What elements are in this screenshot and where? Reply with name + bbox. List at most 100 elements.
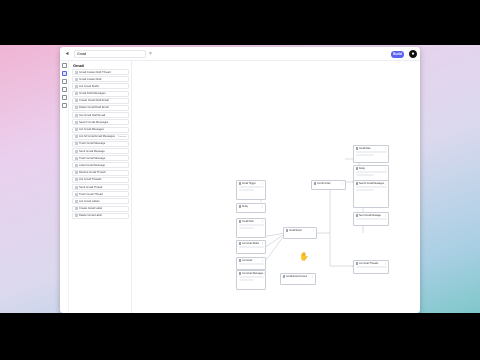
- actions-panel: Gmail Gmail Create Draft Thread Gmail Cre…: [70, 61, 132, 313]
- close-icon[interactable]: ×: [149, 51, 152, 57]
- action-label: Delete Gmail Label: [79, 214, 102, 218]
- more-icon[interactable]: ⋮: [261, 182, 264, 185]
- action-label: List All Gmail Email Messages: [79, 135, 115, 139]
- gmail-icon: [238, 259, 241, 262]
- node-list-gmail[interactable]: List Gmail ⋮: [236, 257, 266, 270]
- node-header: List Gmail Threads ⋮: [355, 262, 387, 265]
- gmail-icon: [355, 214, 358, 217]
- action-list-item[interactable]: List Gmail Labels: [72, 198, 129, 205]
- action-list-item[interactable]: Create Gmail Draft Email: [72, 97, 129, 104]
- node-search-gmail-messages[interactable]: Search Gmail Messages ⋮: [353, 180, 389, 208]
- action-label: Send Gmail Thread: [79, 185, 103, 189]
- action-list-item[interactable]: Gmail Create Draft: [72, 76, 129, 83]
- action-list-item[interactable]: Label Gmail Message: [72, 162, 129, 169]
- node-delay[interactable]: Delay ⋮: [236, 203, 266, 213]
- build-button[interactable]: Build: [391, 51, 404, 58]
- more-icon[interactable]: ⋮: [384, 262, 387, 265]
- action-list-item[interactable]: Create Gmail Label: [72, 205, 129, 212]
- gmail-icon: [74, 92, 78, 96]
- node-title: Gmail Email Content: [286, 275, 308, 278]
- action-list-item[interactable]: Trash Gmail Message: [72, 155, 129, 162]
- search-box[interactable]: [74, 49, 146, 58]
- gmail-icon: [74, 192, 78, 196]
- help-icon[interactable]: [62, 103, 67, 108]
- home-icon[interactable]: [62, 63, 67, 68]
- actions-list: Gmail Create Draft Thread Gmail Create Dr…: [72, 69, 129, 219]
- arrow-left-icon[interactable]: ◂: [63, 50, 71, 58]
- node-list-gmail-drafts[interactable]: List Gmail Drafts ⋮: [236, 240, 266, 254]
- action-list-item[interactable]: Search Gmail Messages: [72, 119, 129, 126]
- node-field: [238, 246, 264, 248]
- more-icon[interactable]: ⋮: [261, 259, 264, 262]
- more-icon[interactable]: ⋮: [312, 229, 315, 232]
- action-list-item[interactable]: Send Gmail Thread: [72, 184, 129, 190]
- node-field: [355, 266, 387, 268]
- more-icon[interactable]: ⋮: [261, 205, 264, 208]
- flow-icon[interactable]: [62, 79, 67, 84]
- node-field: [238, 186, 264, 188]
- action-list-item[interactable]: Delete Gmail Label: [72, 212, 129, 219]
- action-list-item[interactable]: Gmail Create Draft Thread: [72, 69, 129, 75]
- action-list-item[interactable]: List Gmail Threads: [72, 176, 129, 183]
- action-list-item[interactable]: List Gmail Drafts: [72, 83, 129, 90]
- node-gmail-email[interactable]: Gmail Email ⋮: [283, 227, 317, 239]
- action-list-item[interactable]: Delete Gmail Draft Email: [72, 104, 129, 111]
- node-gmail-draft[interactable]: Gmail Draft ⋮: [236, 218, 266, 238]
- more-icon[interactable]: ⋮: [261, 242, 264, 245]
- action-list-item[interactable]: Send Gmail Message: [72, 148, 129, 155]
- node-list-all-gmail[interactable]: List All Gmail ⋮: [311, 180, 346, 190]
- node-field: [238, 227, 254, 229]
- icon-rail: [60, 61, 69, 313]
- action-list-item[interactable]: Restore Gmail Thread: [72, 169, 129, 176]
- action-label: Gmail Draft Messages: [79, 92, 106, 96]
- action-label: Send Gmail Message: [79, 149, 105, 153]
- settings-icon[interactable]: [62, 87, 67, 92]
- node-gmail-trigger[interactable]: Gmail Trigger ⋮: [236, 180, 266, 200]
- history-icon[interactable]: [62, 95, 67, 100]
- gmail-icon: [238, 182, 241, 185]
- node-gmail-email-content[interactable]: Gmail Email Content ⋮: [280, 273, 316, 285]
- node-field: [238, 276, 264, 278]
- more-icon[interactable]: ⋮: [384, 182, 387, 185]
- action-list-item[interactable]: List All Gmail Email Messages Premium: [72, 133, 129, 140]
- search-input[interactable]: [77, 51, 143, 56]
- gmail-icon: [74, 99, 78, 103]
- gmail-icon: [355, 167, 358, 170]
- more-icon[interactable]: ⋮: [384, 147, 387, 150]
- gmail-icon: [74, 106, 78, 110]
- node-title: List Gmail: [242, 259, 253, 262]
- logo-icon[interactable]: ●: [409, 50, 417, 58]
- node-gmail-data[interactable]: Gmail Data ⋮: [353, 145, 389, 163]
- node-title: Delay: [242, 205, 248, 208]
- node-list-gmail-messages[interactable]: List Gmail Messages ⋮: [236, 270, 266, 290]
- action-list-item[interactable]: Gmail Draft Messages: [72, 90, 129, 97]
- action-label: Get Gmail Draft Email: [79, 113, 106, 117]
- flow-canvas[interactable]: Gmail Trigger ⋮ Delay ⋮ Gmail Draft ⋮ List Gma…: [133, 62, 420, 313]
- panel-title: Gmail: [73, 63, 85, 68]
- more-icon[interactable]: ⋮: [261, 220, 264, 223]
- more-icon[interactable]: ⋮: [263, 272, 265, 275]
- node-title: Gmail Data: [359, 147, 371, 150]
- video-letterbox-top: [0, 0, 480, 45]
- more-icon[interactable]: ⋮: [311, 275, 314, 278]
- node-title: Gmail Email: [289, 229, 302, 232]
- gmail-icon: [74, 199, 78, 203]
- action-list-item[interactable]: Get Gmail Draft Email: [72, 112, 129, 119]
- gmail-icon: [355, 147, 358, 150]
- action-list-item[interactable]: Trash Gmail Thread: [72, 191, 129, 198]
- action-label: Create Gmail Label: [79, 207, 103, 211]
- more-icon[interactable]: ⋮: [384, 167, 387, 170]
- action-label: List Gmail Messages: [79, 128, 104, 131]
- action-list-item[interactable]: Trash Gmail Message: [72, 140, 129, 147]
- apps-icon[interactable]: [62, 71, 67, 76]
- node-header: Delay ⋮: [355, 167, 387, 170]
- node-header: Gmail Data ⋮: [355, 147, 387, 150]
- more-icon[interactable]: ⋮: [341, 182, 344, 185]
- node-send-gmail-message[interactable]: Send Gmail Message ⋮: [353, 212, 389, 226]
- gmail-icon: [74, 113, 78, 117]
- gmail-icon: [313, 182, 316, 185]
- node-list-gmail-threads[interactable]: List Gmail Threads ⋮: [353, 260, 389, 274]
- gmail-icon: [285, 229, 288, 232]
- action-list-item[interactable]: List Gmail Messages: [72, 126, 129, 133]
- more-icon[interactable]: ⋮: [384, 214, 387, 217]
